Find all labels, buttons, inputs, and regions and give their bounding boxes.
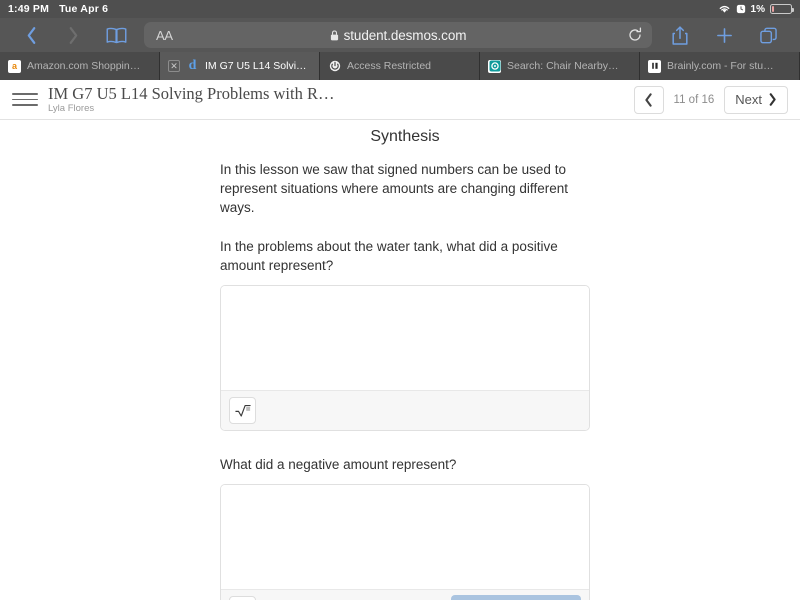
lesson-intro-text: In this lesson we saw that signed number… xyxy=(220,162,568,215)
chevron-right-icon xyxy=(769,93,776,106)
address-bar[interactable]: AA student.desmos.com xyxy=(144,22,652,48)
tab-title: Search: Chair Nearby… xyxy=(507,60,619,72)
plus-icon xyxy=(716,27,732,43)
lesson-header: IM G7 U5 L14 Solving Problems with R… Ly… xyxy=(0,80,800,120)
new-tab-button[interactable] xyxy=(702,20,746,50)
tab-strip: a Amazon.com Shoppin… ✕ d IM G7 U5 L14 S… xyxy=(0,52,800,80)
lock-icon xyxy=(330,29,338,40)
tabs-icon xyxy=(759,27,777,43)
power-favicon-icon xyxy=(328,59,341,73)
lesson-author: Lyla Flores xyxy=(48,102,95,114)
answer-input-1[interactable] xyxy=(221,286,589,390)
desmos-favicon-icon: d xyxy=(188,58,197,73)
text-size-button[interactable]: AA xyxy=(144,28,173,43)
answer-block-2: Share with Class xyxy=(220,484,590,600)
browser-tab[interactable]: Brainly.com - For stu… xyxy=(640,52,800,80)
status-bar-left: 1:49 PM Tue Apr 6 xyxy=(8,3,108,15)
answer-footer-1 xyxy=(221,390,589,430)
question-2-text: What did a negative amount represent? xyxy=(220,457,457,472)
next-button-label: Next xyxy=(735,92,762,107)
math-keyboard-button-2[interactable] xyxy=(229,596,256,600)
hamburger-menu-icon[interactable] xyxy=(12,87,38,113)
answer-input-2[interactable] xyxy=(221,485,589,589)
tab-title: Brainly.com - For stu… xyxy=(667,60,774,72)
status-date: Tue Apr 6 xyxy=(59,3,109,15)
chevron-left-icon xyxy=(645,92,652,107)
share-button[interactable] xyxy=(658,20,702,50)
wifi-icon xyxy=(718,4,731,14)
browser-tab[interactable]: Search: Chair Nearby… xyxy=(480,52,640,80)
page-counter: 11 of 16 xyxy=(673,93,715,106)
tab-title: IM G7 U5 L14 Solving… xyxy=(205,60,311,72)
browser-tab[interactable]: a Amazon.com Shoppin… xyxy=(0,52,160,80)
answer-block-1 xyxy=(220,285,590,431)
next-screen-button[interactable]: Next xyxy=(724,85,788,114)
search-favicon-icon xyxy=(488,59,501,73)
ios-status-bar: 1:49 PM Tue Apr 6 1% xyxy=(0,0,800,18)
browser-tab-active[interactable]: ✕ d IM G7 U5 L14 Solving… xyxy=(160,52,320,80)
previous-screen-button[interactable] xyxy=(633,85,664,114)
share-with-class-button[interactable]: Share with Class xyxy=(451,595,581,600)
browser-toolbar: AA student.desmos.com xyxy=(0,18,800,52)
forward-button[interactable] xyxy=(52,20,94,50)
synthesis-card: Synthesis In this lesson we saw that sig… xyxy=(210,128,590,600)
lesson-navigation: 11 of 16 Next xyxy=(633,85,788,114)
book-icon xyxy=(106,27,126,43)
close-tab-icon[interactable]: ✕ xyxy=(168,60,180,72)
reload-icon xyxy=(629,27,642,41)
question-1-text: In the problems about the water tank, wh… xyxy=(220,239,558,273)
square-root-icon xyxy=(234,404,251,417)
status-time: 1:49 PM xyxy=(8,3,50,15)
forward-chevron-icon xyxy=(69,26,77,44)
alarm-icon xyxy=(736,4,746,14)
brainly-favicon-icon xyxy=(648,59,661,73)
url-display: student.desmos.com xyxy=(330,27,467,43)
amazon-favicon-icon: a xyxy=(8,59,21,73)
lesson-title: IM G7 U5 L14 Solving Problems with R… xyxy=(48,84,335,103)
math-keyboard-button-1[interactable] xyxy=(229,397,256,424)
share-icon xyxy=(672,25,688,45)
page-title: Synthesis xyxy=(370,128,440,145)
show-tabs-button[interactable] xyxy=(746,20,790,50)
lesson-content: Synthesis In this lesson we saw that sig… xyxy=(0,120,800,600)
lesson-header-titles: IM G7 U5 L14 Solving Problems with R… Ly… xyxy=(48,85,334,115)
status-bar-right: 1% xyxy=(718,3,794,15)
text-size-label: AA xyxy=(156,27,173,43)
url-text: student.desmos.com xyxy=(343,27,467,43)
back-button[interactable] xyxy=(10,20,52,50)
bookmarks-button[interactable] xyxy=(94,20,138,50)
browser-tab[interactable]: Access Restricted xyxy=(320,52,480,80)
tab-title: Amazon.com Shoppin… xyxy=(27,60,141,72)
battery-percent: 1% xyxy=(750,3,765,15)
tab-title: Access Restricted xyxy=(347,60,432,72)
reload-button[interactable] xyxy=(627,27,643,43)
answer-footer-2: Share with Class xyxy=(221,589,589,600)
back-chevron-icon xyxy=(27,26,35,44)
battery-icon xyxy=(770,4,794,14)
